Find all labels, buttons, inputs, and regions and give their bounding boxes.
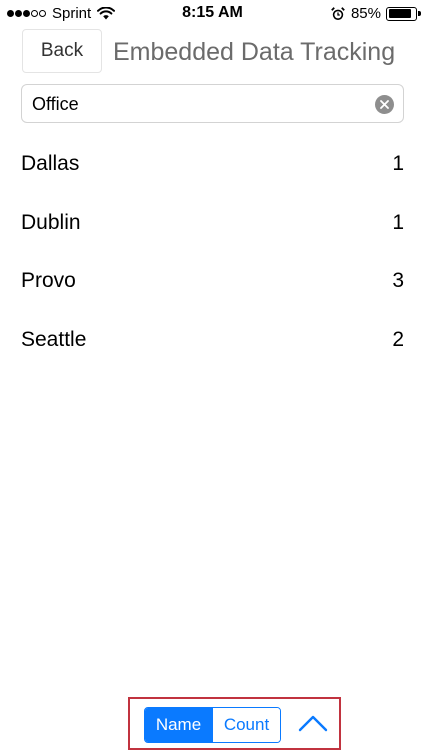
item-name: Provo bbox=[21, 269, 76, 292]
battery-fill bbox=[388, 9, 411, 18]
battery-percentage: 85% bbox=[350, 5, 381, 22]
list-item[interactable]: Provo 3 bbox=[0, 251, 425, 310]
item-name: Dublin bbox=[21, 210, 81, 234]
list-item[interactable]: Seattle 2 bbox=[0, 310, 425, 369]
item-name: Dallas bbox=[21, 152, 80, 175]
item-count: 1 bbox=[392, 152, 404, 175]
alarm-clock-icon bbox=[331, 6, 345, 20]
status-right: 85% bbox=[331, 5, 421, 22]
item-count: 1 bbox=[392, 210, 404, 234]
list-item[interactable]: Dublin 1 bbox=[0, 193, 425, 252]
sort-by-name-segment[interactable]: Name bbox=[145, 708, 212, 742]
sort-toolbar: Name Count bbox=[128, 697, 341, 750]
back-button[interactable]: Back bbox=[22, 29, 102, 73]
results-list: Dallas 1 Dublin 1 Provo 3 Seattle 2 bbox=[0, 134, 425, 368]
status-bar: Sprint 8:15 AM 85% bbox=[0, 0, 425, 28]
close-icon bbox=[380, 100, 389, 109]
chevron-up-icon[interactable] bbox=[298, 711, 328, 735]
sort-by-count-segment[interactable]: Count bbox=[212, 708, 280, 742]
page-title: Embedded Data Tracking bbox=[113, 38, 396, 66]
clear-icon[interactable] bbox=[375, 95, 394, 114]
item-count: 2 bbox=[392, 327, 404, 351]
item-name: Seattle bbox=[21, 327, 87, 351]
search-field[interactable]: Office bbox=[21, 84, 404, 123]
sort-segmented-control: Name Count bbox=[144, 707, 281, 743]
screen: Sprint 8:15 AM 85% Back Embedded Data Tr… bbox=[0, 0, 425, 754]
list-item[interactable]: Dallas 1 bbox=[0, 134, 425, 193]
item-count: 3 bbox=[392, 269, 404, 292]
battery-icon bbox=[386, 6, 421, 21]
battery-tip bbox=[418, 11, 421, 16]
search-value: Office bbox=[32, 94, 79, 114]
